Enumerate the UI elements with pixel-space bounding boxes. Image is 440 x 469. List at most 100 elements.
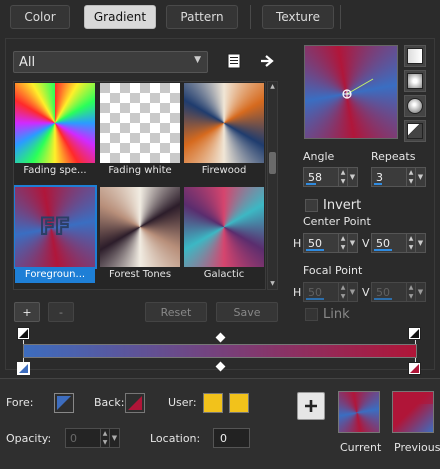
sunburst-style-icon (407, 98, 423, 114)
remove-stop-button[interactable]: - (48, 302, 74, 322)
back-label: Back: (94, 396, 125, 409)
chevron-down-icon[interactable]: ▼ (415, 234, 425, 252)
user-swatch-1[interactable] (203, 393, 223, 413)
tab-color[interactable]: Color (10, 5, 70, 29)
preset-manager-icon[interactable] (226, 52, 242, 70)
preset-grid: Fading spe... Fading white Firewood FF F… (13, 81, 266, 290)
chevron-down-icon[interactable]: ▼ (109, 429, 119, 447)
scrollbar-thumb[interactable] (269, 152, 276, 174)
focal-v-slider-bar (374, 298, 392, 300)
center-v-label: V (362, 237, 370, 250)
focal-point-label: Focal Point (303, 264, 363, 277)
preset-label: Fading white (108, 165, 172, 176)
fore-label: Fore: (6, 396, 34, 409)
center-point-label: Center Point (303, 215, 371, 228)
scroll-down-icon[interactable]: ▼ (268, 279, 277, 289)
center-h-slider-bar (306, 249, 324, 251)
preset-thumbnail: FF (14, 185, 97, 269)
tab-divider-right (340, 5, 341, 29)
focal-v-spinner[interactable]: 50 ▲ ▼ ▼ (371, 282, 426, 302)
opacity-label: Opacity: (6, 432, 52, 445)
angle-spinner[interactable]: 58 ▲ ▼ ▼ (303, 167, 358, 187)
spin-arrows-icon[interactable]: ▲ ▼ (338, 283, 347, 301)
repeats-slider-bar (374, 183, 382, 185)
repeats-value: 3 (376, 170, 383, 184)
preset-filter-dropdown[interactable]: All ▼ (13, 51, 208, 73)
back-swatch[interactable] (125, 393, 145, 413)
focal-v-label: V (362, 286, 370, 299)
spin-arrows-icon[interactable]: ▲ ▼ (338, 168, 347, 186)
scroll-up-icon[interactable]: ▲ (268, 82, 277, 92)
tab-pattern[interactable]: Pattern (166, 5, 238, 29)
preset-scrollbar[interactable]: ▲ ▼ (267, 81, 278, 290)
linear-style-icon (407, 48, 423, 64)
link-checkbox[interactable] (305, 308, 318, 321)
preset-label: Firewood (201, 165, 247, 176)
fore-swatch[interactable] (54, 393, 74, 413)
center-v-spinner[interactable]: 50 ▲ ▼ ▼ (371, 233, 426, 253)
invert-label: Invert (323, 198, 362, 213)
spin-arrows-icon[interactable]: ▲ ▼ (406, 168, 415, 186)
save-button[interactable]: Save (216, 302, 278, 322)
previous-gradient-thumbnail[interactable] (392, 391, 434, 433)
angle-value: 58 (308, 170, 322, 184)
preset-label: Galactic (203, 269, 245, 280)
radial-style-button[interactable] (404, 120, 426, 142)
sunburst-style-button[interactable] (404, 95, 426, 117)
preset-fading-white[interactable]: Fading white (100, 83, 180, 179)
reset-button[interactable]: Reset (145, 302, 207, 322)
user-swatch-2[interactable] (229, 393, 249, 413)
fg-preset-glyph: FF (39, 214, 71, 241)
preset-thumbnail (15, 83, 95, 163)
rectangular-style-button[interactable] (404, 70, 426, 92)
opacity-spinner[interactable]: 0 ▲ ▼ ▼ (65, 428, 120, 448)
opacity-stop-left[interactable] (17, 327, 30, 340)
invert-checkbox[interactable] (305, 199, 318, 212)
opacity-stop-right[interactable] (408, 327, 421, 340)
center-h-label: H (293, 237, 302, 250)
gradient-preview[interactable] (304, 45, 398, 139)
center-h-value: 50 (308, 236, 322, 250)
add-stop-button[interactable]: + (14, 302, 40, 322)
preset-foreground-background[interactable]: FF Foregroun... (14, 185, 97, 283)
preset-thumbnail (184, 187, 264, 267)
preset-thumbnail (184, 83, 264, 163)
add-to-presets-button[interactable] (297, 392, 325, 420)
chevron-down-icon[interactable]: ▼ (347, 168, 357, 186)
spin-arrows-icon[interactable]: ▲ ▼ (100, 429, 109, 447)
preset-fading-spectrum[interactable]: Fading spe... (15, 83, 95, 179)
chevron-down-icon[interactable]: ▼ (415, 168, 425, 186)
color-stop-left[interactable] (17, 362, 30, 375)
opacity-value: 0 (70, 431, 77, 445)
spin-arrows-icon[interactable]: ▲ ▼ (406, 234, 415, 252)
rectangular-style-icon (407, 73, 423, 89)
focal-h-slider-bar (306, 298, 324, 300)
focal-h-label: H (293, 286, 302, 299)
link-label: Link (323, 307, 350, 322)
angle-handle[interactable] (305, 46, 399, 140)
current-gradient-thumbnail (338, 391, 380, 433)
spin-arrows-icon[interactable]: ▲ ▼ (406, 283, 415, 301)
tab-texture[interactable]: Texture (262, 5, 334, 29)
svg-text:FF: FF (40, 215, 70, 240)
linear-style-button[interactable] (404, 45, 426, 67)
chevron-down-icon[interactable]: ▼ (347, 283, 357, 301)
preset-firewood[interactable]: Firewood (184, 83, 264, 179)
gradient-bar[interactable] (23, 344, 417, 358)
location-field[interactable]: 0 (213, 428, 250, 448)
arrow-right-icon[interactable] (258, 52, 276, 70)
chevron-down-icon[interactable]: ▼ (347, 234, 357, 252)
spin-arrows-icon[interactable]: ▲ ▼ (338, 234, 347, 252)
preset-galactic[interactable]: Galactic (184, 187, 264, 283)
preset-forest-tones[interactable]: Forest Tones (100, 187, 180, 283)
focal-v-value: 50 (376, 285, 390, 299)
chevron-down-icon[interactable]: ▼ (415, 283, 425, 301)
color-stop-right[interactable] (408, 362, 421, 375)
focal-h-spinner[interactable]: 50 ▲ ▼ ▼ (303, 282, 358, 302)
chevron-down-icon: ▼ (194, 55, 201, 65)
center-h-spinner[interactable]: 50 ▲ ▼ ▼ (303, 233, 358, 253)
location-label: Location: (150, 432, 201, 445)
tab-gradient[interactable]: Gradient (84, 5, 156, 29)
preset-thumbnail (100, 83, 180, 163)
repeats-spinner[interactable]: 3 ▲ ▼ ▼ (371, 167, 426, 187)
